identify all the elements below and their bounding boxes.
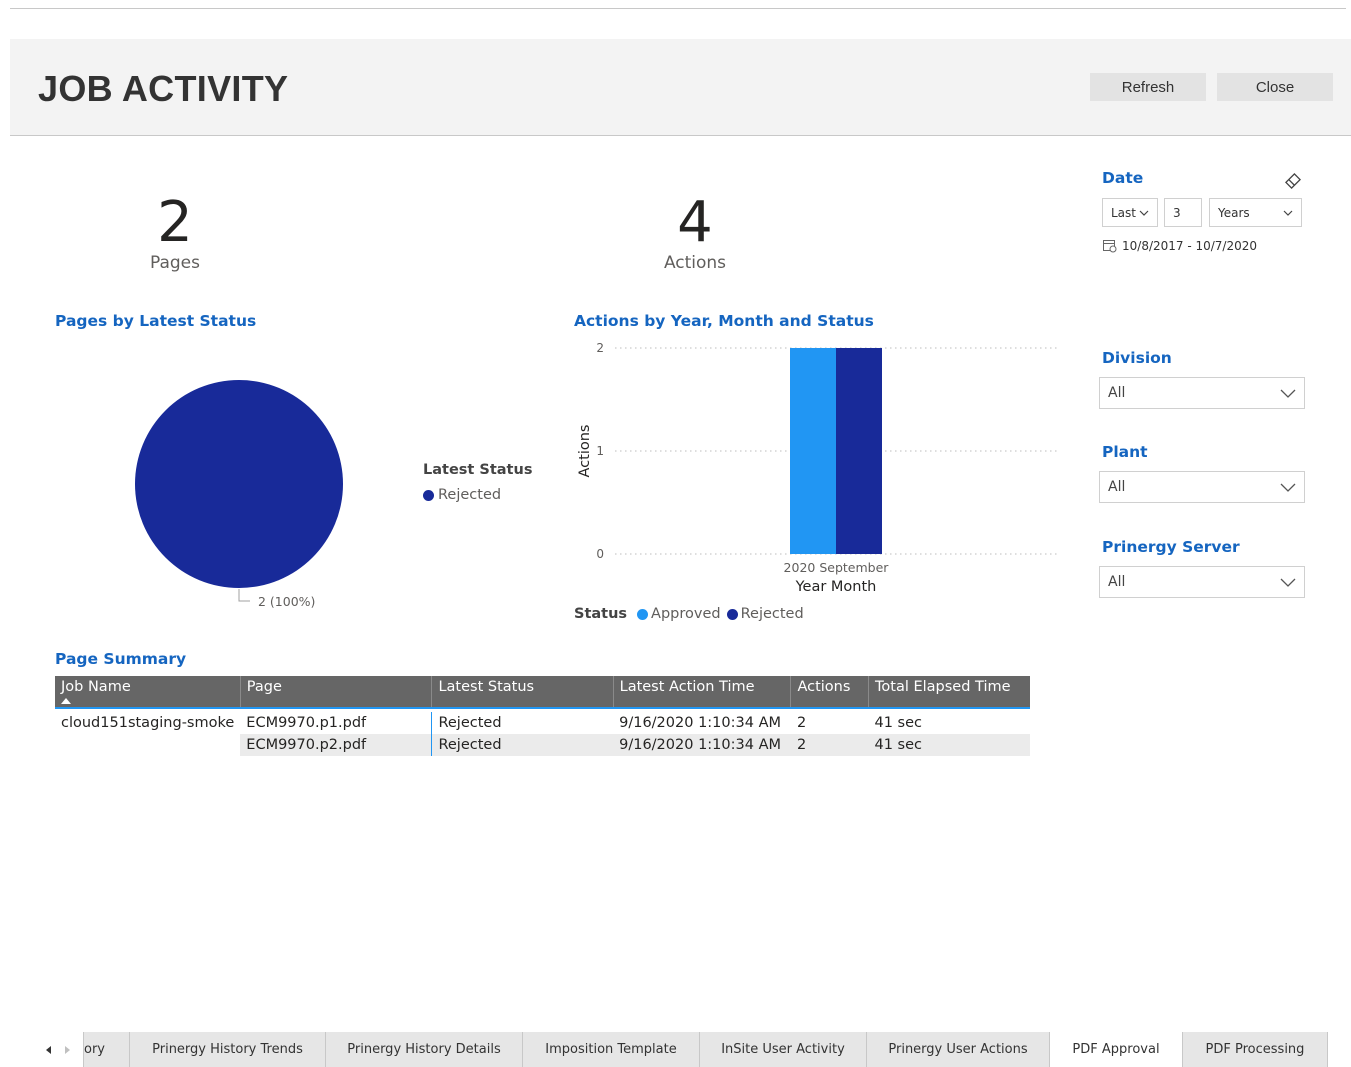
date-unit-value: Years	[1218, 205, 1250, 220]
cell-latest-status: Rejected	[431, 734, 614, 756]
col-header-latest-action-time[interactable]: Latest Action Time	[613, 676, 792, 709]
chevron-down-icon	[1280, 483, 1296, 492]
cell-page: ECM9970.p2.pdf	[240, 734, 433, 756]
kpi-actions-value: 4	[677, 190, 713, 255]
col-header-total-elapsed-time[interactable]: Total Elapsed Time	[868, 676, 1030, 709]
chevron-down-icon	[1280, 578, 1296, 587]
y-tick-label: 2	[596, 341, 604, 355]
pie-legend-title: Latest Status	[423, 462, 533, 478]
server-value: All	[1108, 574, 1126, 590]
bar-chart-title: Actions by Year, Month and Status	[574, 312, 874, 330]
chevron-down-icon	[1139, 210, 1149, 216]
top-divider	[10, 8, 1346, 9]
cell-latest-action-time: 9/16/2020 1:10:34 AM	[613, 734, 791, 756]
server-slicer-title: Prinergy Server	[1102, 538, 1240, 556]
date-mode-value: Last	[1111, 205, 1136, 220]
refresh-button[interactable]: Refresh	[1090, 73, 1206, 101]
plant-slicer-title: Plant	[1102, 443, 1148, 461]
col-header-latest-status[interactable]: Latest Status	[431, 676, 614, 709]
page-tab-bar: ory Prinergy History Trends Prinergy His…	[38, 1032, 1328, 1067]
plant-value: All	[1108, 479, 1126, 495]
cell-total-elapsed-time: 41 sec	[868, 734, 1030, 756]
date-range-text: 10/8/2017 - 10/7/2020	[1122, 238, 1258, 253]
cell-actions: 2	[790, 734, 869, 756]
bar-legend-rejected[interactable]: Rejected	[741, 606, 804, 622]
sort-ascending-icon	[61, 698, 71, 704]
cell-total-elapsed-time: 41 sec	[874, 715, 923, 731]
cell-latest-action-time: 9/16/2020 1:10:34 AM	[619, 715, 782, 731]
table-row[interactable]: ECM9970.p2.pdf Rejected 9/16/2020 1:10:3…	[55, 734, 1030, 756]
y-axis-title: Actions	[577, 425, 593, 478]
division-dropdown[interactable]: All	[1099, 377, 1305, 409]
report-header: JOB ACTIVITY Refresh Close	[10, 39, 1351, 136]
bar-chart: 0 1 2 Actions 2020 September Year Month	[577, 341, 1058, 595]
x-tick-label: 2020 September	[784, 560, 890, 575]
bar-legend-title: Status	[574, 606, 628, 622]
cell-job-name: cloud151staging-smoke	[61, 715, 235, 731]
table-header-row: Job Name Page Latest Status Latest Actio…	[55, 676, 1030, 709]
division-value: All	[1108, 385, 1126, 401]
cell-page: ECM9970.p1.pdf	[240, 712, 433, 734]
pie-slice-rejected[interactable]	[135, 380, 343, 588]
scroll-left-icon[interactable]	[44, 1045, 52, 1055]
tab-pdf-approval[interactable]: PDF Approval	[1050, 1032, 1183, 1067]
division-slicer-title: Division	[1102, 349, 1172, 367]
page-title: JOB ACTIVITY	[38, 68, 289, 109]
plant-dropdown[interactable]: All	[1099, 471, 1305, 503]
pie-legend-item[interactable]: Rejected	[423, 487, 501, 503]
tab-prinergy-history-trends[interactable]: Prinergy History Trends	[130, 1032, 326, 1067]
legend-dot-icon	[637, 608, 649, 620]
col-header-job-name[interactable]: Job Name	[55, 676, 241, 709]
date-count-value: 3	[1173, 205, 1181, 220]
tab-scroll-controls	[38, 1032, 84, 1067]
col-header-page[interactable]: Page	[240, 676, 433, 709]
pie-legend-label: Rejected	[438, 487, 502, 503]
summary-title: Page Summary	[55, 650, 187, 668]
server-dropdown[interactable]: All	[1099, 566, 1305, 598]
date-range: 10/8/2017 - 10/7/2020	[1102, 238, 1257, 253]
pie-chart-title: Pages by Latest Status	[55, 312, 257, 330]
date-unit-select[interactable]: Years	[1209, 198, 1302, 227]
cell-latest-status: Rejected	[438, 715, 502, 731]
tab-imposition-template[interactable]: Imposition Template	[523, 1032, 700, 1067]
chevron-down-icon	[1280, 389, 1296, 398]
calendar-icon	[1103, 240, 1117, 253]
x-axis-title: Year Month	[795, 579, 877, 595]
cell-actions: 2	[796, 715, 807, 731]
kpi-actions-label: Actions	[663, 253, 727, 273]
chevron-down-icon	[1283, 210, 1293, 216]
col-header-actions[interactable]: Actions	[790, 676, 869, 709]
tab-insite-user-activity[interactable]: InSite User Activity	[700, 1032, 867, 1067]
tab-history[interactable]: ory	[84, 1032, 130, 1067]
kpi-pages: 2 Pages	[75, 190, 275, 273]
bar-legend-approved[interactable]: Approved	[651, 606, 721, 622]
bar-legend: Status Approved Rejected	[574, 606, 804, 622]
pie-slice-label: 2 (100%)	[258, 594, 315, 609]
page-summary-table: Job Name Page Latest Status Latest Actio…	[55, 676, 1030, 756]
bar-rejected[interactable]	[836, 348, 882, 554]
date-mode-select[interactable]: Last	[1102, 198, 1158, 227]
close-button[interactable]: Close	[1217, 73, 1333, 101]
cell-job-name	[55, 734, 240, 756]
pie-chart: 2 (100%)	[135, 380, 343, 609]
date-count-input[interactable]: 3	[1164, 198, 1202, 227]
y-tick-label: 1	[596, 444, 604, 458]
eraser-icon[interactable]	[1284, 172, 1302, 190]
tab-prinergy-user-actions[interactable]: Prinergy User Actions	[867, 1032, 1050, 1067]
tab-prinergy-history-details[interactable]: Prinergy History Details	[326, 1032, 523, 1067]
kpi-actions: 4 Actions	[595, 190, 795, 273]
bar-approved[interactable]	[790, 348, 836, 554]
tab-pdf-processing[interactable]: PDF Processing	[1183, 1032, 1328, 1067]
table-row[interactable]: cloud151staging-smoke ECM9970.p1.pdf Rej…	[55, 712, 1030, 734]
scroll-right-icon[interactable]	[64, 1045, 72, 1055]
date-slicer-title: Date	[1102, 169, 1144, 187]
kpi-pages-label: Pages	[149, 253, 200, 273]
pie-leader-line	[238, 589, 250, 602]
legend-dot-icon	[726, 608, 738, 620]
legend-dot-icon	[423, 489, 434, 501]
kpi-pages-value: 2	[157, 190, 193, 255]
y-tick-label: 0	[596, 547, 604, 561]
